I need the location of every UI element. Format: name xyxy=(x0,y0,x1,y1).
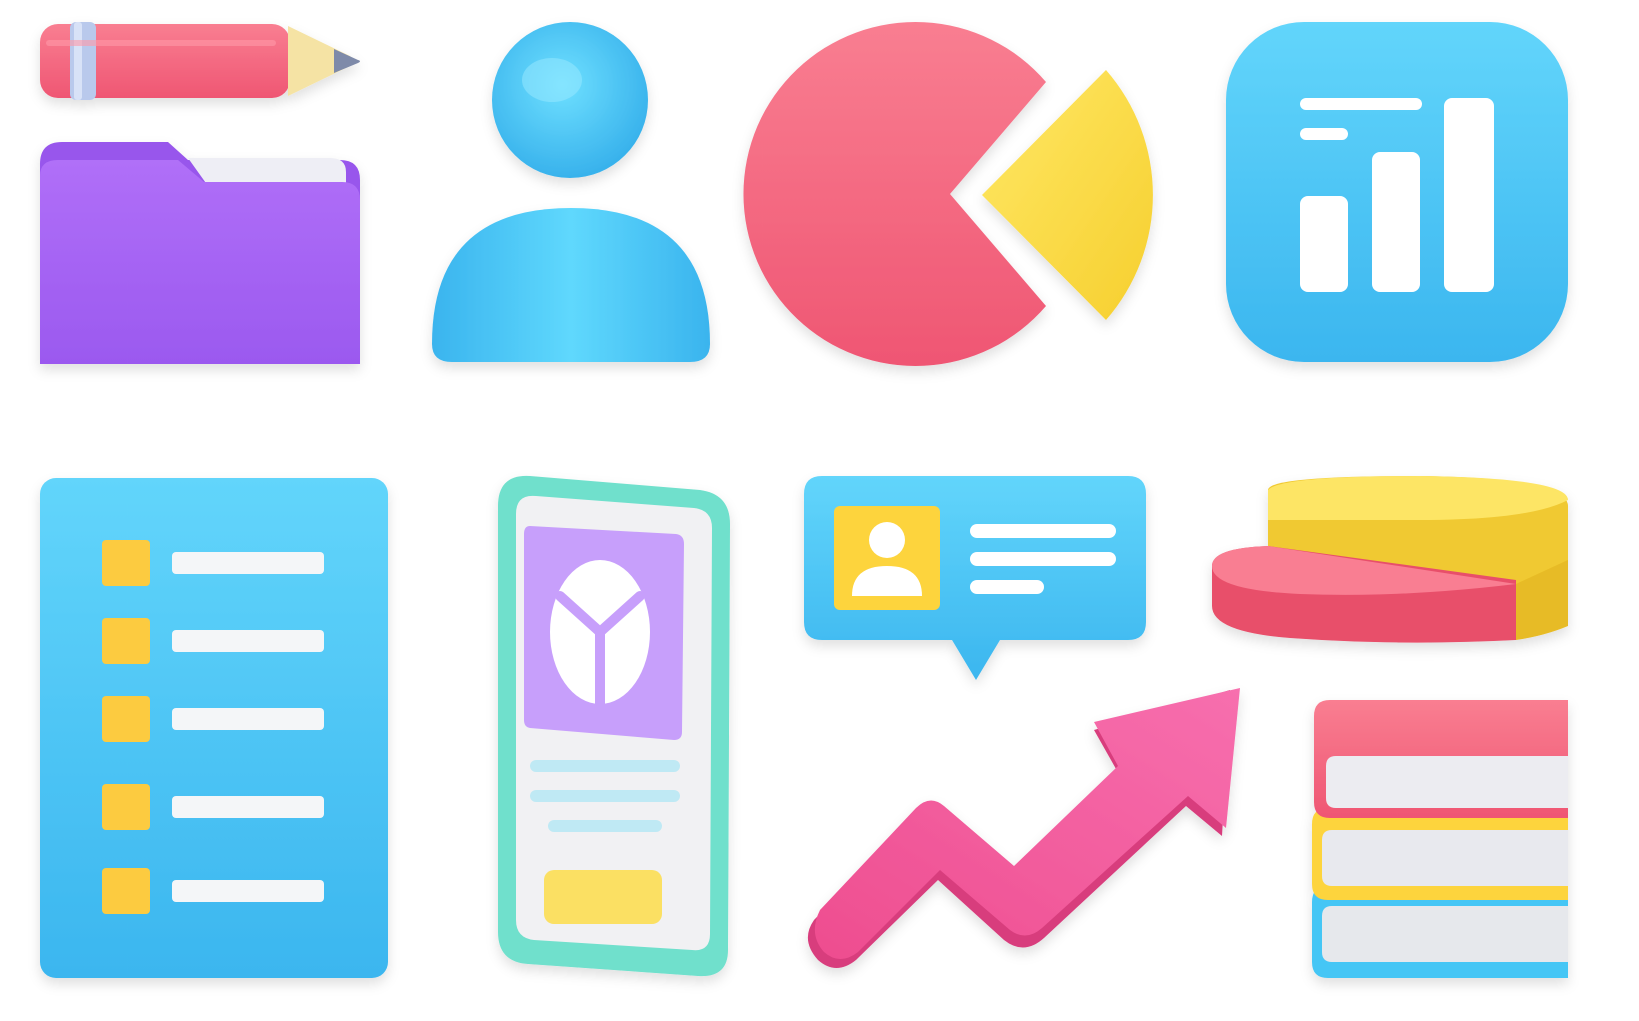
checklist-document-icon xyxy=(40,478,388,978)
icon-set-illustration xyxy=(40,22,1568,978)
profile-message-bubble-icon xyxy=(804,476,1146,680)
bar-chart-app-icon xyxy=(1226,22,1568,362)
book-stack-icon xyxy=(1312,700,1568,978)
growth-arrow-icon xyxy=(807,688,1240,968)
pie-chart-icon xyxy=(743,22,1153,367)
smartphone-report-icon xyxy=(498,475,730,977)
3d-pie-chart-icon xyxy=(1212,476,1568,643)
folder-icon xyxy=(40,142,360,364)
pencil-icon xyxy=(40,22,360,100)
icon-set-canvas xyxy=(0,0,1639,1021)
user-avatar-icon xyxy=(432,22,710,362)
